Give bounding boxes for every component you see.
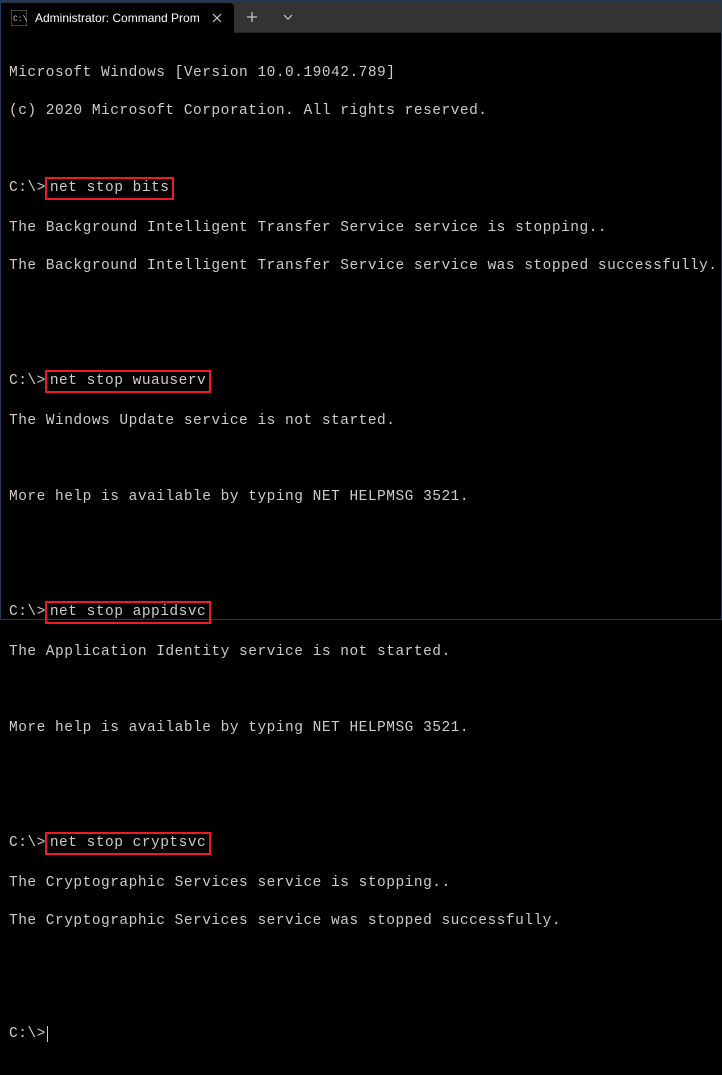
blank-line bbox=[9, 526, 713, 545]
terminal-output[interactable]: Microsoft Windows [Version 10.0.19042.78… bbox=[1, 33, 721, 1075]
prompt: C:\> bbox=[9, 180, 46, 196]
prompt: C:\> bbox=[9, 1026, 46, 1042]
active-tab[interactable]: C:\ Administrator: Command Prom bbox=[1, 3, 234, 33]
blank-line bbox=[9, 333, 713, 352]
command-line: C:\>net stop bits bbox=[9, 177, 713, 200]
new-tab-button[interactable] bbox=[234, 1, 270, 33]
close-tab-button[interactable] bbox=[208, 9, 226, 27]
tab-title: Administrator: Command Prom bbox=[35, 11, 200, 25]
prompt: C:\> bbox=[9, 373, 46, 389]
command-line: C:\>net stop wuauserv bbox=[9, 370, 713, 393]
cmd-icon: C:\ bbox=[11, 10, 27, 26]
output-line: The Background Intelligent Transfer Serv… bbox=[9, 219, 713, 238]
prompt: C:\> bbox=[9, 604, 46, 620]
blank-line bbox=[9, 950, 713, 969]
blank-line bbox=[9, 757, 713, 776]
tab-dropdown-button[interactable] bbox=[270, 1, 306, 33]
blank-line bbox=[9, 794, 713, 813]
highlighted-command: net stop appidsvc bbox=[45, 601, 211, 624]
command-line: C:\>net stop appidsvc bbox=[9, 601, 713, 624]
blank-line bbox=[9, 450, 713, 469]
output-line: (c) 2020 Microsoft Corporation. All righ… bbox=[9, 102, 713, 121]
highlighted-command: net stop bits bbox=[45, 177, 175, 200]
blank-line bbox=[9, 681, 713, 700]
svg-text:C:\: C:\ bbox=[13, 15, 27, 24]
output-line: The Cryptographic Services service was s… bbox=[9, 912, 713, 931]
current-prompt-line: C:\> bbox=[9, 1025, 713, 1044]
blank-line bbox=[9, 140, 713, 159]
cursor bbox=[47, 1026, 48, 1042]
blank-line bbox=[9, 987, 713, 1006]
output-line: The Windows Update service is not starte… bbox=[9, 412, 713, 431]
prompt: C:\> bbox=[9, 835, 46, 851]
output-line: The Cryptographic Services service is st… bbox=[9, 874, 713, 893]
command-line: C:\>net stop cryptsvc bbox=[9, 832, 713, 855]
titlebar: C:\ Administrator: Command Prom bbox=[1, 1, 721, 33]
blank-line bbox=[9, 564, 713, 583]
highlighted-command: net stop wuauserv bbox=[45, 370, 211, 393]
output-line: More help is available by typing NET HEL… bbox=[9, 488, 713, 507]
output-line: The Background Intelligent Transfer Serv… bbox=[9, 257, 713, 276]
output-line: Microsoft Windows [Version 10.0.19042.78… bbox=[9, 64, 713, 83]
blank-line bbox=[9, 295, 713, 314]
output-line: The Application Identity service is not … bbox=[9, 643, 713, 662]
output-line: More help is available by typing NET HEL… bbox=[9, 719, 713, 738]
highlighted-command: net stop cryptsvc bbox=[45, 832, 211, 855]
